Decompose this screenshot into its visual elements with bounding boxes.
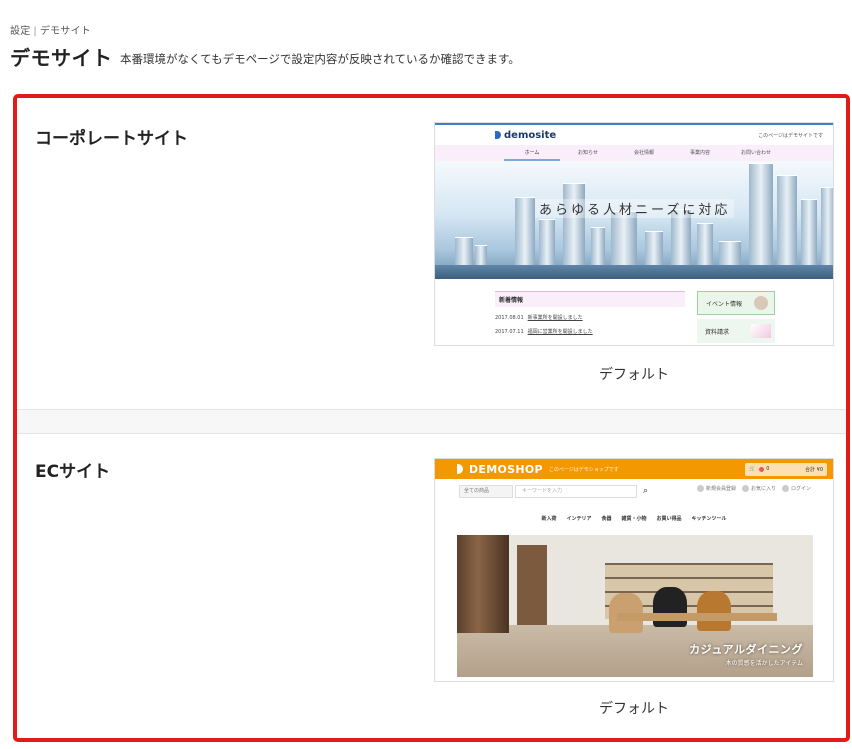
preview-news-title: 新着情報 (495, 291, 685, 307)
breadcrumb-separator: | (33, 26, 37, 37)
preview-news: 新着情報 2017.08.01 新事業所を開設しました 2017.07.11 福岡に… (495, 291, 685, 335)
preview-hero-copy: カジュアルダイニング 木の質感を活かしたアイテム (689, 643, 803, 667)
preview-logo: demosite (495, 130, 556, 141)
section-title: ECサイト (35, 462, 111, 482)
page-title: デモサイト (10, 46, 113, 70)
cart-icon: 🛒 (749, 466, 756, 472)
section-divider (17, 410, 846, 434)
preview-nav-item: お問い合わせ (740, 150, 771, 156)
preview-nav-item: お知らせ (578, 150, 598, 156)
preview-cart: 🛒 0 合計 ¥0 (745, 462, 827, 476)
preview-nav-item: 会社情報 (633, 150, 654, 156)
heart-icon (741, 485, 749, 492)
theme-caption: デフォルト (599, 701, 669, 717)
list-item: 2017.07.11 福岡に営業所を開設しました (495, 329, 593, 335)
ec-site-thumbnail[interactable]: DEMOSHOP このページはデモショップです 🛒 0 合計 ¥0 全ての商品 … (434, 458, 834, 682)
preview-hero-image: あらゆる人材ニーズに対応 (435, 161, 833, 279)
preview-top-right: このページはデモサイトです (758, 132, 823, 139)
user-icon (696, 485, 704, 492)
logo-mark-icon (495, 131, 501, 139)
preview-category-item: 食器 (601, 515, 612, 522)
logo-mark-icon (457, 464, 463, 474)
preview-nav: ホーム お知らせ 会社情報 事業内容 お問い合わせ (435, 145, 833, 161)
preview-category-item: 雑貨・小物 (621, 515, 647, 522)
preview-nav-item: ホーム (504, 145, 560, 161)
page-description: 本番環境がなくてもデモページで設定内容が反映されているか確認できます。 (120, 52, 520, 66)
cart-count-badge (759, 466, 765, 472)
breadcrumb: 設定 | デモサイト (10, 22, 91, 37)
list-item: 2017.08.01 新事業所を開設しました (495, 315, 583, 321)
search-icon: ⌕ (643, 486, 649, 496)
preview-category-item: お買い得品 (656, 515, 682, 522)
preview-hero-text: あらゆる人材ニーズに対応 (535, 199, 735, 218)
preview-search-bar: 全ての商品 キーワードを入力 ⌕ 新規会員登録 お気に入り ログイン (435, 479, 833, 503)
preview-categories: 新入荷 インテリア 食器 雑貨・小物 お買い得品 キッチンツール (435, 503, 833, 533)
preview-hero-image: カジュアルダイニング 木の質感を活かしたアイテム (457, 535, 813, 677)
preview-category-item: キッチンツール (691, 515, 727, 522)
preview-search-input: キーワードを入力 (515, 484, 637, 498)
preview-nav-item: 事業内容 (689, 150, 710, 156)
preview-category-item: 新入荷 (541, 515, 557, 522)
document-photo-icon (751, 324, 771, 338)
highlight-frame: コーポレートサイト demosite このページはデモサイトです ホーム お知ら… (13, 94, 850, 742)
person-photo-icon (754, 296, 768, 310)
breadcrumb-item-demosite: デモサイト (39, 26, 91, 37)
preview-user-links: 新規会員登録 お気に入り ログイン (696, 485, 811, 492)
theme-caption: デフォルト (599, 367, 669, 383)
preview-banner-event: イベント情報 (697, 291, 775, 315)
preview-logo: DEMOSHOP (469, 462, 543, 476)
preview-category-item: インテリア (566, 515, 592, 522)
section-corporate-site: コーポレートサイト demosite このページはデモサイトです ホーム お知ら… (17, 98, 846, 410)
preview-header: DEMOSHOP このページはデモショップです 🛒 0 合計 ¥0 (435, 459, 833, 479)
login-icon (781, 485, 789, 492)
preview-search-select: 全ての商品 (459, 484, 513, 498)
section-ec-site: ECサイト DEMOSHOP このページはデモショップです 🛒 0 合計 ¥0 … (17, 435, 846, 738)
section-title: コーポレートサイト (35, 129, 188, 149)
preview-header: demosite このページはデモサイトです (435, 123, 833, 145)
preview-tagline: このページはデモショップです (548, 466, 619, 473)
corporate-site-thumbnail[interactable]: demosite このページはデモサイトです ホーム お知らせ 会社情報 事業内… (434, 122, 834, 346)
breadcrumb-item-settings[interactable]: 設定 (10, 26, 30, 37)
preview-banner-document: 資料請求 (697, 319, 775, 343)
